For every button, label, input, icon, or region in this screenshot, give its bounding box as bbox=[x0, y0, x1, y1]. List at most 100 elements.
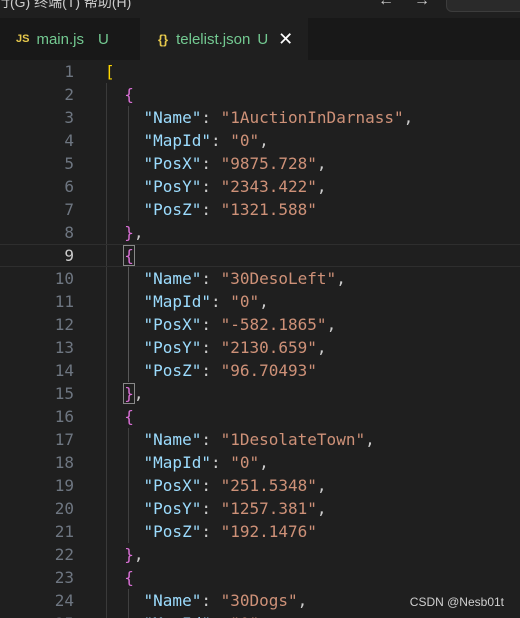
code-token: , bbox=[326, 315, 337, 334]
untracked-badge: U bbox=[97, 30, 109, 48]
code-token: : bbox=[210, 292, 231, 311]
code-token: , bbox=[259, 453, 269, 472]
code-token: "PosX" bbox=[143, 154, 202, 173]
line-number: 9 bbox=[64, 246, 74, 265]
code-token: "Name" bbox=[143, 591, 202, 610]
code-line[interactable]: 16 { bbox=[0, 405, 520, 428]
code-token: "1AuctionInDarnass" bbox=[220, 108, 404, 127]
code-token: "251.5348" bbox=[220, 476, 317, 495]
line-content: "PosY": "2343.422", bbox=[105, 175, 327, 198]
code-line[interactable]: 4 "MapId": "0", bbox=[0, 129, 520, 152]
line-content: "PosX": "9875.728", bbox=[105, 152, 327, 175]
code-token: { bbox=[123, 245, 135, 266]
line-content: "PosZ": "192.1476" bbox=[105, 520, 317, 543]
code-token: { bbox=[124, 85, 134, 104]
line-number: 17 bbox=[54, 430, 74, 449]
code-line[interactable]: 21 "PosZ": "192.1476" bbox=[0, 520, 520, 543]
tab-telelist-json[interactable]: {} telelist.json U ✕ bbox=[140, 18, 308, 60]
command-center[interactable] bbox=[446, 0, 520, 12]
line-content: "PosZ": "1321.588" bbox=[105, 198, 317, 221]
code-line[interactable]: 8 }, bbox=[0, 221, 520, 244]
code-token: , bbox=[133, 545, 144, 564]
code-token: "0" bbox=[230, 453, 260, 472]
back-arrow-icon[interactable]: ← bbox=[378, 0, 394, 10]
code-token: "-582.1865" bbox=[220, 315, 327, 334]
code-token: : bbox=[210, 453, 231, 472]
forward-arrow-icon[interactable]: → bbox=[414, 0, 430, 10]
tab-main-js[interactable]: JS main.js U bbox=[0, 18, 140, 60]
code-token: "MapId" bbox=[143, 131, 211, 150]
code-line[interactable]: 17 "Name": "1DesolateTown", bbox=[0, 428, 520, 451]
line-number: 16 bbox=[54, 407, 74, 426]
line-content: { bbox=[105, 83, 134, 106]
code-line[interactable]: 20 "PosY": "1257.381", bbox=[0, 497, 520, 520]
code-token: "1321.588" bbox=[220, 200, 317, 219]
code-token: , bbox=[259, 614, 269, 618]
code-line[interactable]: 2 { bbox=[0, 83, 520, 106]
code-token: : bbox=[201, 154, 221, 173]
line-number: 14 bbox=[54, 361, 74, 380]
editor-tab-bar: JS main.js U {} telelist.json U ✕ bbox=[0, 18, 520, 61]
javascript-file-icon: JS bbox=[16, 33, 30, 45]
code-line[interactable]: 23 { bbox=[0, 566, 520, 589]
code-line[interactable]: 13 "PosY": "2130.659", bbox=[0, 336, 520, 359]
line-number: 23 bbox=[54, 568, 74, 587]
code-token: "9875.728" bbox=[220, 154, 317, 173]
code-token: : bbox=[201, 476, 221, 495]
code-token: : bbox=[201, 108, 221, 127]
code-line[interactable]: 22 }, bbox=[0, 543, 520, 566]
code-token: , bbox=[316, 499, 327, 518]
line-number: 5 bbox=[64, 154, 74, 173]
watermark: CSDN @Nesb01t bbox=[409, 595, 504, 609]
code-line[interactable]: 7 "PosZ": "1321.588" bbox=[0, 198, 520, 221]
code-token: , bbox=[316, 476, 327, 495]
code-line[interactable]: 19 "PosX": "251.5348", bbox=[0, 474, 520, 497]
code-line[interactable]: 11 "MapId": "0", bbox=[0, 290, 520, 313]
code-token: , bbox=[316, 154, 327, 173]
code-token: "96.70493" bbox=[220, 361, 317, 380]
code-editor[interactable]: 1[2 {3 "Name": "1AuctionInDarnass", 4 "Ma… bbox=[0, 60, 520, 618]
line-number: 15 bbox=[54, 384, 74, 403]
code-token: : bbox=[201, 177, 221, 196]
code-token: , bbox=[297, 591, 308, 610]
line-content: { bbox=[105, 566, 134, 589]
line-number: 13 bbox=[54, 338, 74, 357]
code-line[interactable]: 9 { bbox=[0, 244, 520, 267]
code-line[interactable]: 3 "Name": "1AuctionInDarnass", bbox=[0, 106, 520, 129]
line-content: }, bbox=[105, 543, 144, 566]
code-token: : bbox=[201, 522, 221, 541]
code-line[interactable]: 10 "Name": "30DesoLeft", bbox=[0, 267, 520, 290]
line-number: 4 bbox=[64, 131, 74, 150]
code-line[interactable]: 1[ bbox=[0, 60, 520, 83]
code-token: , bbox=[259, 131, 269, 150]
code-line[interactable]: 14 "PosZ": "96.70493" bbox=[0, 359, 520, 382]
line-number: 20 bbox=[54, 499, 74, 518]
code-token: } bbox=[124, 223, 134, 242]
close-icon[interactable]: ✕ bbox=[278, 30, 293, 48]
json-file-icon: {} bbox=[158, 31, 169, 47]
line-number: 11 bbox=[54, 292, 74, 311]
code-token: "30Dogs" bbox=[220, 591, 298, 610]
code-token: "2130.659" bbox=[220, 338, 317, 357]
code-token: : bbox=[201, 499, 221, 518]
title-bar: 行(G) 终端(T) 帮助(H) ← → bbox=[0, 0, 520, 18]
code-line[interactable]: 12 "PosX": "-582.1865", bbox=[0, 313, 520, 336]
menu-bar[interactable]: 行(G) 终端(T) 帮助(H) bbox=[0, 0, 131, 12]
code-line[interactable]: 25 "MapId": "0", bbox=[0, 612, 520, 618]
code-line[interactable]: 5 "PosX": "9875.728", bbox=[0, 152, 520, 175]
code-line[interactable]: 15 }, bbox=[0, 382, 520, 405]
code-line[interactable]: 18 "MapId": "0", bbox=[0, 451, 520, 474]
code-token: : bbox=[201, 200, 221, 219]
code-line[interactable]: 6 "PosY": "2343.422", bbox=[0, 175, 520, 198]
code-token: "PosZ" bbox=[143, 200, 202, 219]
code-token: "192.1476" bbox=[220, 522, 317, 541]
